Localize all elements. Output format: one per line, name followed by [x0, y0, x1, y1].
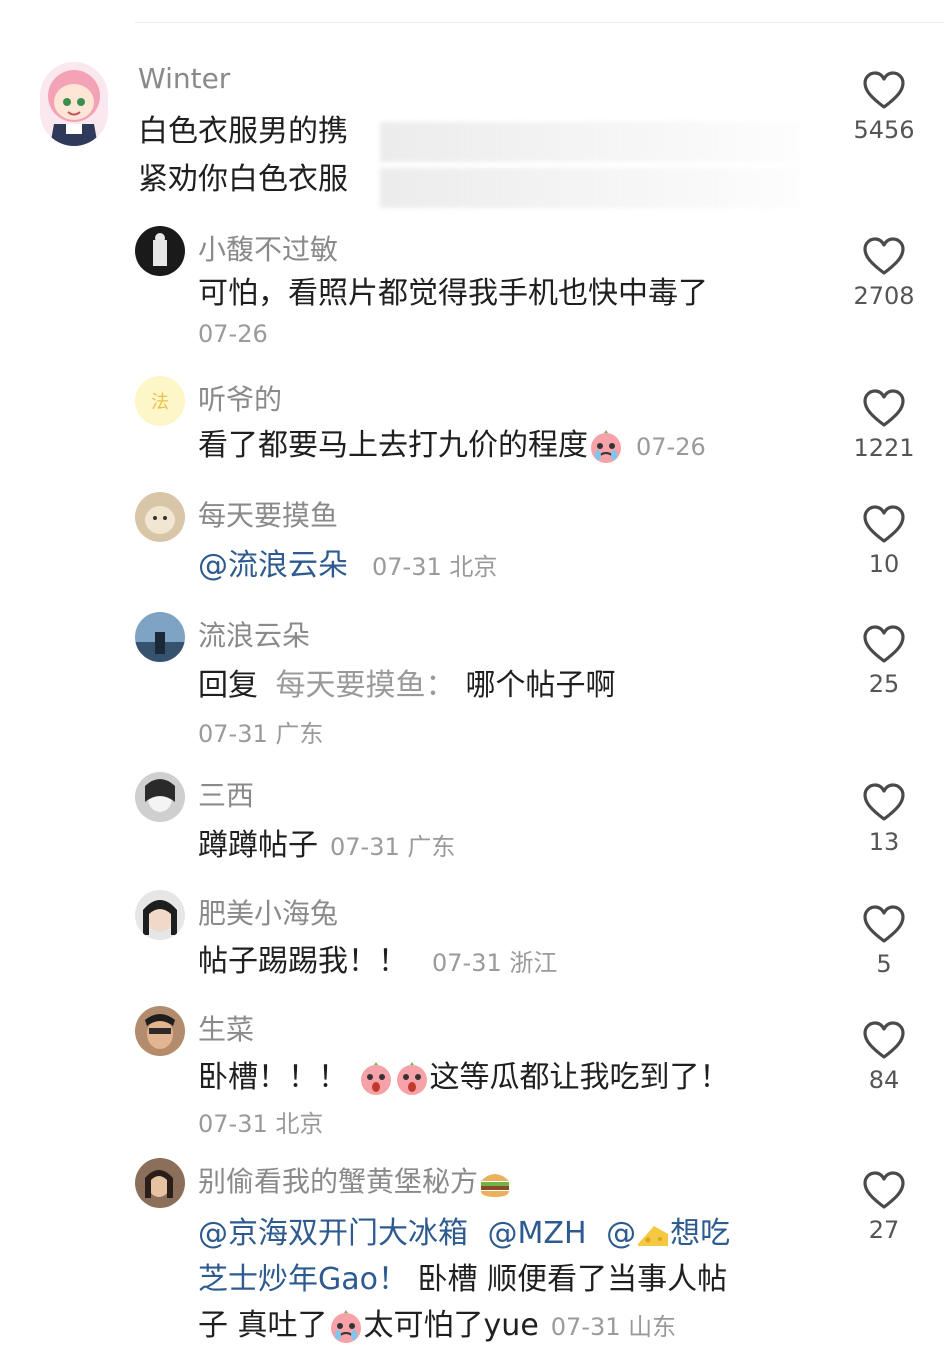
like-button[interactable]: 25: [853, 624, 915, 698]
comment-text: 可怕，看照片都觉得我手机也快中毒了: [198, 276, 708, 311]
comment-text: 帖子踢踢我！！: [198, 944, 408, 979]
comment-author[interactable]: 流浪云朵: [198, 614, 310, 654]
comment-meta: 07-31 浙江: [432, 949, 558, 977]
mention-link[interactable]: @京海双开门大冰箱: [198, 1216, 468, 1251]
mention-link[interactable]: @MZH: [488, 1216, 587, 1251]
like-button[interactable]: 5456: [853, 70, 915, 144]
comment-text-line2: 紧劝你白色衣服: [138, 162, 348, 197]
comment-text-row: 蹲蹲帖子 07-31 广东: [198, 824, 455, 869]
mention-link[interactable]: @流浪云朵: [198, 548, 348, 583]
comment-meta: 07-31 广东: [198, 720, 324, 748]
comment-author-row: 别偷看我的蟹黄堡秘方: [198, 1160, 512, 1200]
avatar[interactable]: [135, 492, 185, 542]
comment-text-row: 回复 每天要摸鱼： 哪个帖子啊: [198, 664, 616, 708]
mention-text: 想吃: [670, 1216, 731, 1251]
comment-text-line2: 芝士炒年Gao！ 卧槽 顺便看了当事人帖: [198, 1258, 727, 1302]
top-divider: [135, 22, 944, 23]
heart-outline-icon: [863, 389, 905, 427]
heart-outline-icon: [863, 1171, 905, 1209]
heart-outline-icon: [863, 71, 905, 109]
comment-text-line1: @京海双开门大冰箱 @MZH @ 想吃: [198, 1212, 730, 1256]
like-count: 84: [868, 1066, 900, 1094]
like-count: 13: [868, 828, 900, 856]
like-count: 5: [876, 950, 892, 978]
comment-text: 看了都要马上去打九价的程度: [198, 428, 588, 463]
like-button[interactable]: 1221: [853, 388, 915, 462]
comment-meta: 07-26: [198, 320, 268, 348]
comment-text-line1: 白色衣服男的携: [138, 114, 348, 149]
heart-outline-icon: [863, 505, 905, 543]
avatar[interactable]: [40, 62, 108, 146]
blurred-text: [380, 122, 800, 162]
like-count: 25: [868, 670, 900, 698]
comment-author[interactable]: 小馥不过敏: [198, 228, 338, 268]
like-count: 1221: [853, 434, 915, 462]
like-count: 5456: [853, 116, 915, 144]
comment-text-b: 这等瓜都让我吃到了！: [429, 1060, 730, 1095]
comment-text: 卧槽 顺便看了当事人帖: [408, 1262, 728, 1297]
avatar[interactable]: [135, 772, 185, 822]
comment-text-row: 看了都要马上去打九价的程度 07-26: [198, 424, 706, 469]
like-button[interactable]: 2708: [853, 236, 915, 310]
comment-meta: 07-31 山东: [550, 1313, 677, 1341]
comment-text: 哪个帖子啊: [465, 668, 616, 703]
comment-author[interactable]: Winter: [138, 62, 230, 95]
like-button[interactable]: 5: [853, 904, 915, 978]
avatar[interactable]: [135, 612, 185, 662]
heart-outline-icon: [863, 905, 905, 943]
reply-prefix: 回复: [198, 668, 258, 703]
avatar[interactable]: [135, 1158, 185, 1208]
comment-text-row: 卧槽！！！ 这等瓜都让我吃到了！: [198, 1056, 730, 1100]
comment-author[interactable]: 别偷看我的蟹黄堡秘方: [198, 1165, 478, 1198]
avatar[interactable]: 法: [135, 376, 185, 426]
mention-link[interactable]: 芝士炒年Gao！: [198, 1262, 408, 1297]
svg-text:法: 法: [151, 392, 169, 413]
comment-text: 子 真吐了: [198, 1308, 328, 1343]
mention-at: @: [606, 1216, 637, 1251]
heart-outline-icon: [863, 237, 905, 275]
cheese-emoji-icon: [638, 1225, 669, 1246]
like-button[interactable]: 84: [853, 1020, 915, 1094]
like-count: 27: [868, 1216, 900, 1244]
heart-outline-icon: [863, 1021, 905, 1059]
like-button[interactable]: 10: [853, 504, 915, 578]
comment-text-a: 卧槽！！！: [198, 1060, 348, 1095]
shocked-emoji-icon: [360, 1061, 391, 1095]
heart-outline-icon: [863, 783, 905, 821]
avatar[interactable]: [135, 890, 185, 940]
comment-author[interactable]: 每天要摸鱼: [198, 494, 338, 534]
comment-text-line3: 子 真吐了 太可怕了yue 07-31 山东: [198, 1304, 676, 1349]
comment-meta: 07-31 北京: [198, 1110, 324, 1138]
crying-emoji-icon: [330, 1309, 361, 1343]
mention-link[interactable]: @ 想吃: [606, 1216, 730, 1251]
reply-to-user[interactable]: 每天要摸鱼：: [276, 668, 456, 703]
comment-text-row: 帖子踢踢我！！ 07-31 浙江: [198, 940, 557, 985]
crying-emoji-icon: [591, 429, 621, 463]
comment-text: 太可怕了yue: [363, 1308, 539, 1343]
like-count: 2708: [853, 282, 915, 310]
comment-text-row: @流浪云朵 07-31 北京: [198, 544, 497, 589]
like-button[interactable]: 13: [853, 782, 915, 856]
comment-meta: 07-31 广东: [330, 833, 456, 861]
heart-outline-icon: [863, 625, 905, 663]
burger-emoji-icon: [481, 1174, 510, 1197]
avatar[interactable]: [135, 1006, 185, 1056]
comment-meta: 07-26: [636, 433, 706, 461]
comment-text: 蹲蹲帖子: [198, 828, 318, 863]
comment-meta: 07-31 北京: [372, 553, 498, 581]
blurred-text: [380, 168, 800, 208]
comment-author[interactable]: 听爷的: [198, 378, 282, 418]
like-count: 10: [868, 550, 900, 578]
comment-author[interactable]: 生菜: [198, 1008, 254, 1048]
comment-author[interactable]: 三西: [198, 774, 254, 814]
avatar[interactable]: [135, 226, 185, 276]
like-button[interactable]: 27: [853, 1170, 915, 1244]
comment-author[interactable]: 肥美小海兔: [198, 892, 338, 932]
shocked-emoji-icon: [396, 1061, 427, 1095]
